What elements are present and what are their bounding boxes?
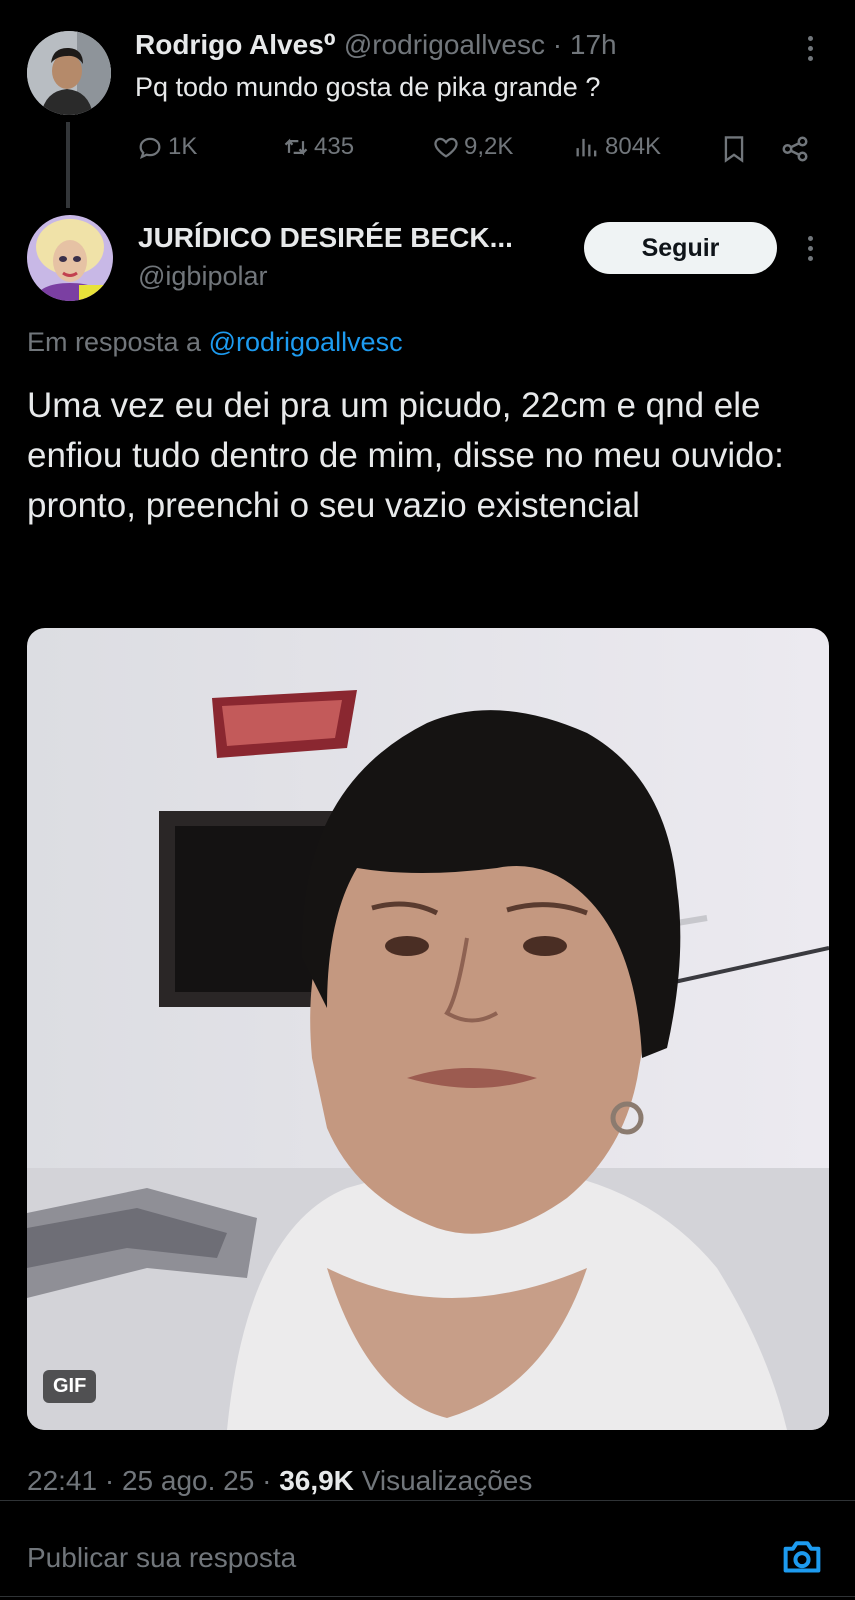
reply-icon (139, 137, 161, 160)
tweet-meta: 22:41 · 25 ago. 25 · 36,9K Visualizações (27, 1465, 532, 1497)
parent-views-button[interactable]: 804K (573, 133, 661, 161)
parent-tweet-header: Rodrigo Alves⁰ @rodrigoallvesc · 17h (135, 28, 617, 61)
reply-more-options-icon[interactable] (808, 236, 813, 261)
parent-retweet-button[interactable]: 435 (282, 133, 354, 161)
reply-context-prefix: Em resposta a (27, 327, 202, 357)
bookmark-icon[interactable] (720, 134, 748, 169)
bottom-divider (0, 1596, 855, 1597)
reply-count: 1K (168, 133, 198, 160)
reply-author-handle[interactable]: @igbipolar (138, 261, 267, 292)
follow-button[interactable]: Seguir (584, 222, 777, 274)
parent-author-handle[interactable]: @rodrigoallvesc (344, 29, 545, 60)
divider (0, 1500, 855, 1501)
share-icon[interactable] (780, 134, 810, 169)
parent-author-avatar[interactable] (27, 31, 111, 115)
like-count: 9,2K (464, 133, 514, 160)
parent-tweet-time[interactable]: 17h (570, 29, 617, 60)
tweet-views-label: Visualizações (361, 1465, 533, 1496)
parent-tweet-text: Pq todo mundo gosta de pika grande ? (135, 72, 601, 102)
gif-badge: GIF (43, 1370, 97, 1403)
tweet-timestamp[interactable]: 22:41 · 25 ago. 25 · (27, 1465, 271, 1496)
retweet-icon (284, 138, 308, 156)
tweet-views-count: 36,9K (279, 1465, 354, 1496)
views-count: 804K (605, 133, 662, 160)
tweet-media-gif[interactable]: GIF (27, 628, 829, 1430)
parent-separator: · (552, 29, 563, 60)
parent-more-options-icon[interactable] (808, 36, 813, 61)
gif-frame-image (27, 628, 829, 1430)
thread-connector-line (66, 122, 70, 208)
reply-author-name[interactable]: JURÍDICO DESIRÉE BECK... (138, 222, 513, 254)
views-icon (576, 138, 597, 157)
camera-icon[interactable] (780, 1536, 824, 1581)
reply-composer-input[interactable]: Publicar sua resposta (27, 1542, 296, 1574)
parent-like-button[interactable]: 9,2K (432, 133, 513, 161)
parent-author-name[interactable]: Rodrigo Alves⁰ (135, 29, 336, 60)
parent-reply-button[interactable]: 1K (136, 133, 197, 161)
heart-icon (434, 137, 458, 158)
reply-to-link[interactable]: @rodrigoallvesc (209, 327, 403, 357)
reply-tweet-text: Uma vez eu dei pra um picudo, 22cm e qnd… (27, 386, 784, 525)
retweet-count: 435 (314, 133, 355, 160)
reply-context: Em resposta a @rodrigoallvesc (27, 327, 403, 358)
reply-author-avatar[interactable] (27, 215, 113, 301)
